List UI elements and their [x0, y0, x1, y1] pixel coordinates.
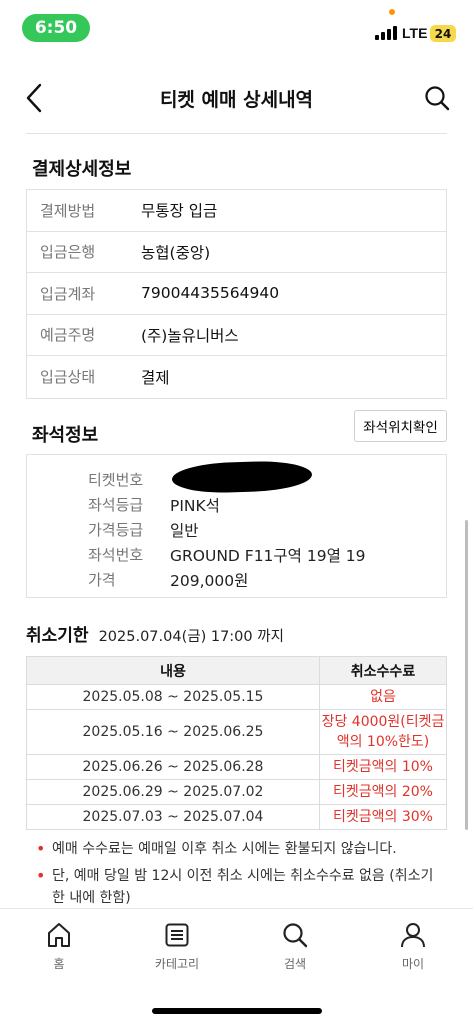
signal-icon [375, 26, 397, 40]
home-icon [48, 923, 70, 947]
seat-value: 209,000원 [170, 571, 249, 590]
seat-location-button[interactable]: 좌석위치확인 [354, 410, 447, 442]
nav-item-home[interactable]: 홈 [14, 921, 104, 972]
fee-cell: 티켓금액의 10% [319, 754, 447, 780]
bullet-icon: • [36, 866, 46, 885]
status-bar: 6:50 LTE 24 [0, 0, 473, 60]
list-item: • 단, 예매 당일 밤 12시 이전 취소 시에는 취소수수료 없음 (취소기… [36, 865, 436, 909]
bottom-nav: 홈 카테고리 검색 마이 [0, 908, 473, 1024]
note-text: 단, 예매 당일 밤 12시 이전 취소 시에는 취소수수료 없음 (취소기한 … [52, 868, 434, 906]
header-divider [26, 133, 447, 134]
battery-icon: 24 [430, 25, 456, 42]
nav-label: 카테고리 [154, 957, 200, 971]
table-row: 입금은행 농협(중앙) [27, 232, 446, 273]
page-title: 티켓 예매 상세내역 [159, 89, 314, 111]
payment-label: 예금주명 [40, 326, 96, 345]
table-row: 입금상태 결제 [27, 356, 446, 398]
seat-label: 가격등급 [88, 521, 144, 539]
search-icon [283, 923, 308, 948]
nav-item-category[interactable]: 카테고리 [132, 921, 222, 972]
list-item: 가격 209,000원 [27, 567, 446, 592]
table-row: 2025.07.03 ~ 2025.07.04 티켓금액의 30% [26, 804, 447, 830]
payment-value: (주)놀유니버스 [141, 326, 239, 345]
seat-section-title: 좌석정보 [32, 425, 99, 446]
fee-cell: 티켓금액의 30% [319, 804, 447, 830]
payment-value: 79004435564940 [141, 284, 280, 303]
payment-label: 입금은행 [40, 243, 96, 262]
fee-cell: 티켓금액의 20% [319, 779, 447, 805]
bullet-icon: • [36, 839, 46, 858]
list-icon [165, 923, 189, 947]
payment-label: 입금상태 [40, 368, 96, 387]
cancel-notes: • 예매 수수료는 예매일 이후 취소 시에는 환불되지 않습니다. • 단, … [36, 838, 436, 914]
payment-label: 입금계좌 [40, 284, 96, 303]
period-cell: 2025.07.03 ~ 2025.07.04 [26, 804, 320, 830]
cancel-section-title: 취소기한 [26, 626, 89, 646]
period-cell: 2025.05.08 ~ 2025.05.15 [26, 684, 320, 710]
payment-value: 결제 [141, 368, 170, 387]
payment-section-title: 결제상세정보 [32, 159, 132, 180]
cancel-deadline-date: 2025.07.04(금) 17:00 까지 [98, 629, 284, 645]
search-button[interactable] [419, 80, 455, 116]
seat-label: 티켓번호 [88, 471, 144, 489]
payment-value: 무통장 입금 [141, 202, 218, 221]
payment-table: 결제방법 무통장 입금 입금은행 농협(중앙) 입금계좌 79004435564… [26, 189, 447, 399]
seat-label: 가격 [88, 571, 116, 589]
list-item: 좌석번호 GROUND F11구역 19열 19 [27, 542, 446, 567]
table-row: 2025.05.08 ~ 2025.05.15 없음 [26, 684, 447, 710]
table-row: 2025.06.26 ~ 2025.06.28 티켓금액의 10% [26, 754, 447, 780]
payment-label: 결제방법 [40, 201, 96, 220]
status-time: 6:50 [22, 14, 90, 42]
seat-value: GROUND F11구역 19열 19 [170, 546, 366, 565]
list-item: 좌석등급 PINK석 [27, 492, 446, 517]
person-icon [401, 923, 425, 948]
nav-label: 마이 [401, 957, 425, 971]
payment-value: 농협(중앙) [141, 243, 211, 262]
network-label: LTE [402, 25, 428, 41]
table-row: 2025.06.29 ~ 2025.07.02 티켓금액의 20% [26, 779, 447, 805]
list-item: • 예매 수수료는 예매일 이후 취소 시에는 환불되지 않습니다. [36, 838, 436, 860]
cancel-fee-table: 내용 취소수수료 2025.05.08 ~ 2025.05.15 없음 2025… [26, 656, 447, 830]
app-header: 티켓 예매 상세내역 [0, 70, 473, 126]
table-row: 입금계좌 79004435564940 [27, 273, 446, 315]
table-row: 예금주명 (주)놀유니버스 [27, 315, 446, 356]
privacy-indicator-dot [389, 9, 395, 15]
seat-value: 일반 [170, 521, 199, 540]
period-cell: 2025.05.16 ~ 2025.06.25 [26, 709, 320, 755]
fee-cell: 없음 [319, 684, 447, 710]
period-cell: 2025.06.29 ~ 2025.07.02 [26, 779, 320, 805]
table-header-row: 내용 취소수수료 [26, 656, 447, 685]
period-cell: 2025.06.26 ~ 2025.06.28 [26, 754, 320, 780]
seat-label: 좌석번호 [88, 546, 144, 564]
scrollbar[interactable] [465, 520, 468, 830]
fee-cell: 장당 4000원(티켓금액의 10%한도) [319, 709, 447, 755]
column-header-fee: 취소수수료 [319, 656, 447, 685]
nav-label: 검색 [283, 957, 307, 971]
home-indicator [152, 1008, 322, 1014]
search-icon [425, 86, 450, 111]
cancel-deadline-header: 취소기한 2025.07.04(금) 17:00 까지 [26, 621, 284, 646]
seat-label: 좌석등급 [88, 496, 144, 514]
note-text: 예매 수수료는 예매일 이후 취소 시에는 환불되지 않습니다. [52, 841, 397, 857]
column-header-content: 내용 [26, 656, 320, 685]
table-row: 결제방법 무통장 입금 [27, 190, 446, 232]
list-item: 가격등급 일반 [27, 517, 446, 542]
nav-item-search[interactable]: 검색 [250, 921, 340, 972]
seat-value: PINK석 [170, 496, 220, 515]
nav-item-my[interactable]: 마이 [368, 921, 458, 972]
nav-label: 홈 [53, 957, 65, 971]
table-row: 2025.05.16 ~ 2025.06.25 장당 4000원(티켓금액의 1… [26, 709, 447, 755]
